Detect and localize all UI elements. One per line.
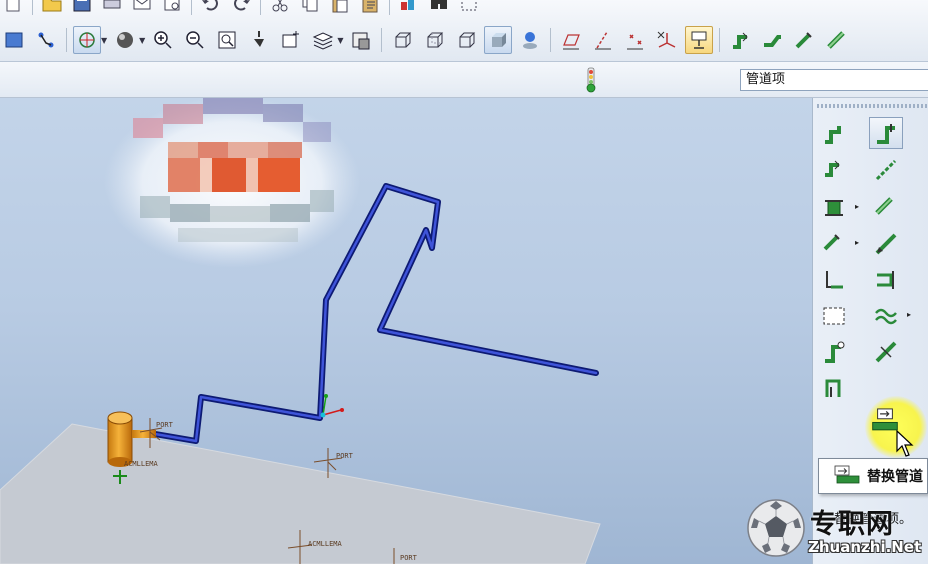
toolbar-separator (66, 28, 67, 52)
blurred-logo (104, 98, 360, 268)
csys-label: ACMLLEMA (124, 460, 159, 468)
connect-icon[interactable] (817, 336, 851, 368)
palette-grip[interactable] (817, 104, 927, 108)
dropdown-arrow-icon[interactable]: ▼ (139, 36, 145, 45)
route-pipe-icon[interactable] (817, 154, 851, 186)
view-toolbar-row: ▼ ▼ ▼ (0, 24, 928, 56)
reorient-icon[interactable] (245, 26, 273, 54)
datum-display-icon[interactable] (32, 26, 60, 54)
flat-pipe-icon[interactable] (869, 264, 903, 296)
shading-icon[interactable] (484, 26, 513, 54)
print-icon[interactable] (99, 0, 125, 13)
tooltip: 替换管道 (818, 458, 928, 494)
undo-icon[interactable] (198, 0, 224, 13)
edit-pipe-icon[interactable] (790, 26, 818, 54)
open-icon[interactable] (39, 0, 65, 13)
paste-special-icon[interactable] (357, 0, 383, 13)
replace-pipe-item-icon (834, 465, 860, 484)
saved-views-icon[interactable] (277, 26, 305, 54)
soccer-ball-logo-icon (747, 499, 805, 557)
window-icon[interactable] (0, 26, 28, 54)
send-icon[interactable] (129, 0, 155, 13)
dropdown-arrow-icon[interactable]: ▼ (101, 36, 107, 45)
redo-icon[interactable] (228, 0, 254, 13)
tooltip-text: 替换管道 (867, 469, 923, 485)
port-label: PORT (336, 452, 354, 460)
section-icon[interactable] (817, 300, 851, 332)
create-icon[interactable] (0, 0, 26, 13)
trim-pipe-icon[interactable] (817, 372, 851, 404)
toolbar-separator (381, 28, 383, 52)
extend-pipe-icon[interactable] (869, 228, 903, 260)
flyout-arrow-icon[interactable]: ▸ (855, 202, 859, 211)
no-hidden-icon[interactable] (452, 26, 480, 54)
wireframe-icon[interactable] (388, 26, 416, 54)
site-watermark: 专职网 Zhuanzhi.Net (746, 494, 928, 564)
toolbar-separator (719, 28, 721, 52)
standard-toolbar-row (0, 0, 928, 15)
corner-icon[interactable] (817, 264, 851, 296)
cut-pipe-icon[interactable] (869, 336, 903, 368)
watermark-title: 专职网 (810, 509, 894, 540)
pipe-line-icon[interactable] (869, 154, 903, 186)
route-spec-icon[interactable] (869, 117, 903, 149)
pipe-segment-icon[interactable] (822, 26, 850, 54)
toolbar-separator (32, 0, 33, 15)
edit-pipe-icon[interactable] (817, 228, 851, 260)
zoom-in-icon[interactable] (149, 26, 177, 54)
find-icon[interactable] (426, 0, 452, 13)
toolbar-separator (389, 0, 390, 15)
graphics-viewport[interactable]: PORT PORT PORT ACMLLEMA ACMLLEMA (0, 98, 812, 564)
traffic-light-icon (586, 67, 596, 93)
toolbar-separator (260, 0, 261, 15)
csys-label: ACMLLEMA (308, 540, 343, 548)
main-toolbar: ▼ ▼ ▼ (0, 0, 928, 62)
model-scene: PORT PORT PORT ACMLLEMA ACMLLEMA (0, 98, 601, 564)
flyout-arrow-icon[interactable]: ▸ (855, 238, 859, 247)
zoom-out-icon[interactable] (181, 26, 209, 54)
save-icon[interactable] (69, 0, 95, 13)
hidden-line-icon[interactable] (420, 26, 448, 54)
spin-center-icon[interactable] (73, 26, 101, 54)
selection-status-bar: 管道项 (0, 62, 928, 98)
regenerate-icon[interactable] (396, 0, 422, 13)
port-label: PORT (400, 554, 418, 562)
selection-filter-dropdown[interactable]: 管道项 (740, 69, 928, 91)
toolbar-separator (191, 0, 192, 15)
enhanced-realism-icon[interactable] (516, 26, 544, 54)
coordinate-systems-icon[interactable] (653, 26, 681, 54)
layers-icon[interactable] (309, 26, 337, 54)
datum-planes-icon[interactable] (557, 26, 585, 54)
flyout-arrow-icon[interactable]: ▸ (907, 310, 911, 319)
insert-fitting-icon[interactable] (817, 192, 851, 224)
port-label: PORT (156, 421, 174, 429)
dropdown-arrow-icon[interactable]: ▼ (337, 36, 343, 45)
datum-axes-icon[interactable] (589, 26, 617, 54)
appearance-icon[interactable] (111, 26, 139, 54)
set-start-icon[interactable] (817, 117, 851, 149)
refit-icon[interactable] (213, 26, 241, 54)
route-pipe-icon[interactable] (726, 26, 754, 54)
datum-points-icon[interactable] (621, 26, 649, 54)
paste-icon[interactable] (327, 0, 353, 13)
toolbar-separator (550, 28, 552, 52)
mouse-cursor-icon (896, 430, 914, 457)
pipe-segment-icon[interactable] (869, 192, 903, 224)
view-manager-icon[interactable] (347, 26, 375, 54)
cut-icon[interactable] (267, 0, 293, 13)
copy-icon[interactable] (297, 0, 323, 13)
watermark-url: Zhuanzhi.Net (808, 538, 922, 556)
select-box-icon[interactable] (456, 0, 482, 13)
print-preview-icon[interactable] (159, 0, 185, 13)
follow-pipe-icon[interactable] (758, 26, 786, 54)
annotations-icon[interactable] (685, 26, 714, 54)
flexible-pipe-icon[interactable] (869, 300, 903, 332)
